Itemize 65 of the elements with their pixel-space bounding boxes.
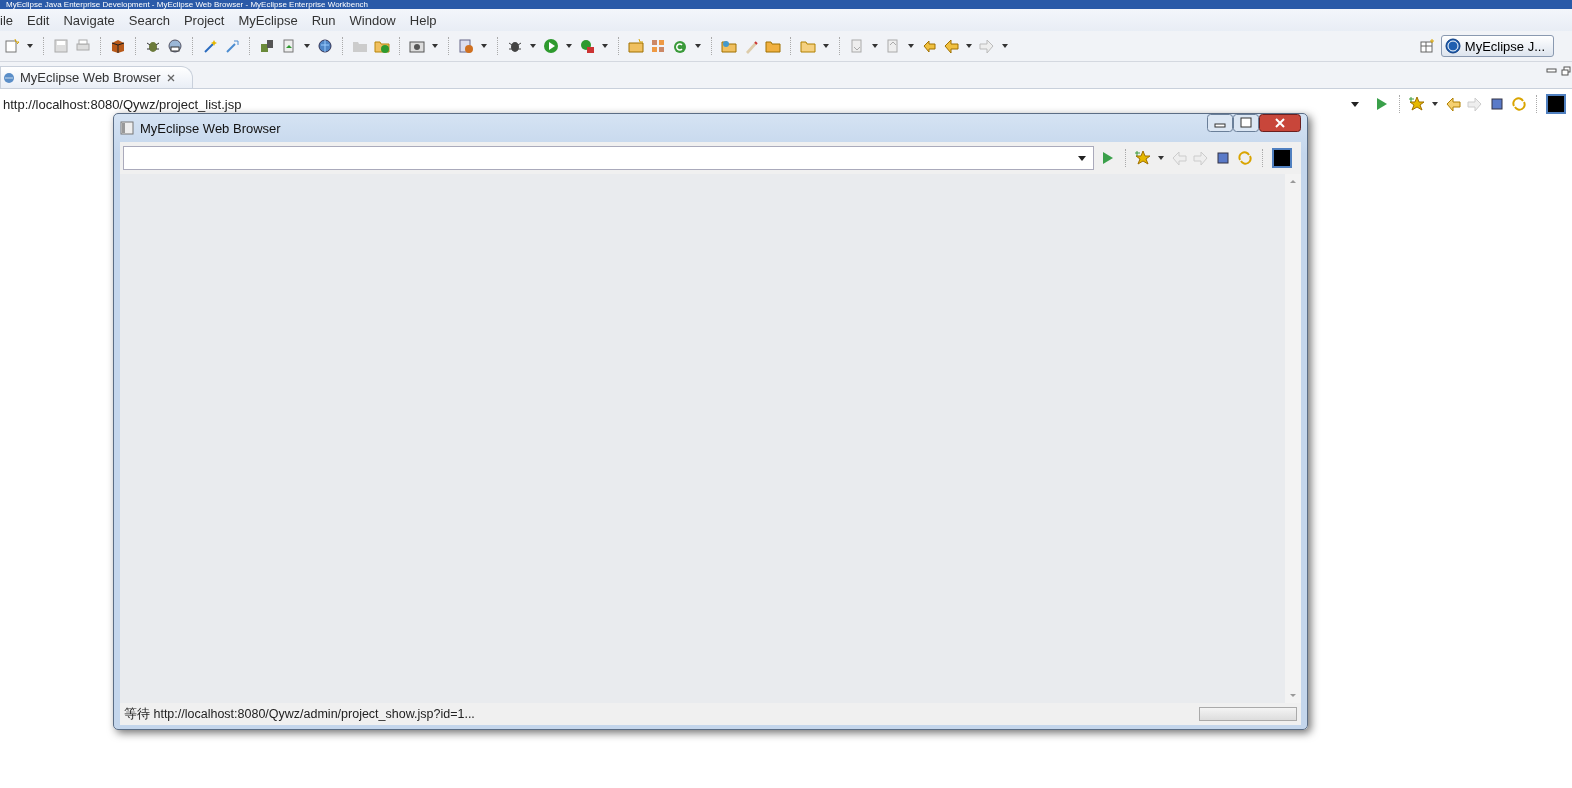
dropdown-caret-icon[interactable] <box>965 42 973 50</box>
dropdown-caret-icon[interactable] <box>694 42 702 50</box>
dropdown-caret-icon[interactable] <box>1350 100 1360 108</box>
wand-icon[interactable] <box>224 38 240 54</box>
open-folder-icon[interactable] <box>765 38 781 54</box>
minimize-icon[interactable] <box>1207 114 1233 132</box>
camera-icon[interactable] <box>409 38 425 54</box>
menu-item[interactable]: Project <box>176 12 232 28</box>
menu-item[interactable]: MyEclipse <box>231 12 305 28</box>
back-arrow-icon[interactable] <box>943 38 959 54</box>
dropdown-caret-icon[interactable] <box>1077 154 1087 162</box>
dropdown-caret-icon[interactable] <box>26 42 34 50</box>
dropdown-caret-icon[interactable] <box>480 42 488 50</box>
editor-tab[interactable]: MyEclipse Web Browser <box>0 66 193 88</box>
square-icon[interactable] <box>1272 148 1292 168</box>
open-perspective-icon[interactable] <box>1418 38 1435 54</box>
refresh-icon[interactable] <box>1511 96 1527 112</box>
dropdown-caret-icon[interactable] <box>601 42 609 50</box>
maximize-icon[interactable] <box>1561 66 1572 76</box>
favorites-icon[interactable] <box>1135 150 1151 166</box>
new-file-icon[interactable] <box>4 38 20 54</box>
dropdown-caret-icon[interactable] <box>529 42 537 50</box>
blocks-icon[interactable] <box>650 38 666 54</box>
status-text: 等待 http://localhost:8080/Qywz/admin/project_show.jsp?id=1... <box>124 705 475 723</box>
pen-icon[interactable] <box>743 38 759 54</box>
folder-run-icon[interactable] <box>374 38 390 54</box>
package-icon[interactable] <box>110 38 126 54</box>
new-class-icon[interactable] <box>672 38 688 54</box>
menu-item[interactable]: Navigate <box>56 12 122 28</box>
perspective-button[interactable]: MyEclipse J... <box>1440 35 1554 57</box>
close-icon[interactable] <box>1259 114 1301 132</box>
stop-icon[interactable] <box>1215 150 1231 166</box>
scroll-up-icon[interactable] <box>1289 178 1297 184</box>
new-folder-icon[interactable] <box>628 38 644 54</box>
dropdown-caret-icon[interactable] <box>907 42 915 50</box>
maximize-icon[interactable] <box>1233 114 1259 132</box>
dropdown-caret-icon[interactable] <box>303 42 311 50</box>
menu-item[interactable]: Help <box>402 12 444 28</box>
printer-icon[interactable] <box>75 38 91 54</box>
window-title: MyEclipse Java Enterprise Development - MyEclipse Web Browser - MyEclipse Enterprise Workbench <box>6 0 369 9</box>
scroll-down-icon[interactable] <box>1289 693 1297 699</box>
address-field[interactable] <box>123 146 1094 170</box>
square-icon[interactable] <box>1546 94 1566 114</box>
menu-item[interactable]: ile <box>0 12 20 28</box>
menu-item[interactable]: Search <box>121 12 177 28</box>
favorites-icon[interactable] <box>1409 96 1425 112</box>
window-title: MyEclipse Web Browser <box>140 120 282 136</box>
dropdown-caret-icon[interactable] <box>1431 100 1439 108</box>
dropdown-caret-icon[interactable] <box>1157 154 1165 162</box>
back-arrow-icon[interactable] <box>1445 96 1461 112</box>
dropdown-caret-icon[interactable] <box>431 42 439 50</box>
dropdown-caret-icon[interactable] <box>1001 42 1009 50</box>
stop-icon[interactable] <box>1489 96 1505 112</box>
close-icon[interactable] <box>165 72 176 83</box>
menu-item[interactable]: Run <box>304 12 343 28</box>
open-folder-icon[interactable] <box>721 38 737 54</box>
window-icon <box>120 121 134 135</box>
dropdown-caret-icon[interactable] <box>822 42 830 50</box>
dropdown-caret-icon[interactable] <box>871 42 879 50</box>
minimize-icon[interactable] <box>1546 66 1557 75</box>
dropdown-caret-icon[interactable] <box>565 42 573 50</box>
run-icon[interactable] <box>543 38 559 54</box>
wand-icon[interactable] <box>202 38 218 54</box>
menu-item[interactable]: Edit <box>20 12 57 28</box>
menu-item[interactable]: Window <box>342 12 403 28</box>
